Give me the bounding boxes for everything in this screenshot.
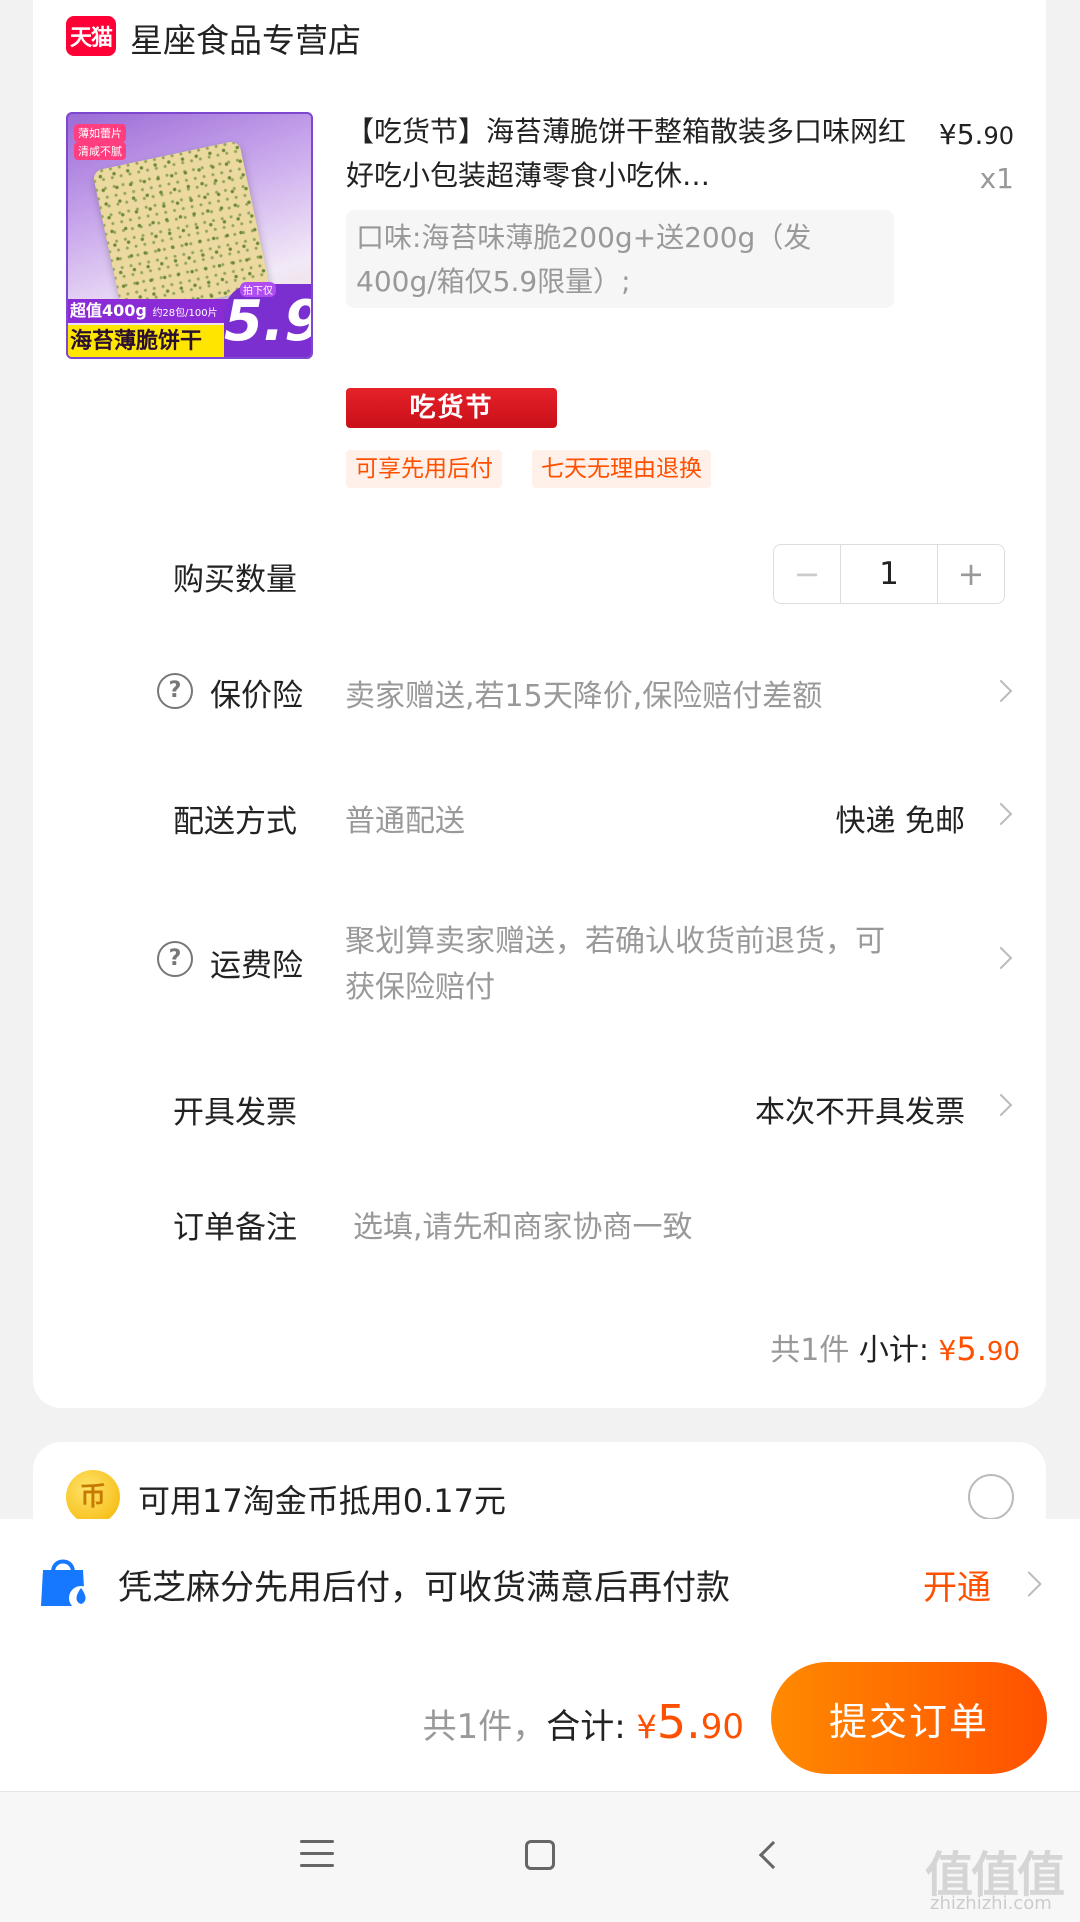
total-label: 合计:	[546, 1707, 626, 1747]
subtotal: 共1件 小计: ¥5.90	[770, 1325, 1020, 1369]
coin-icon: 币	[66, 1470, 120, 1524]
store-name[interactable]: 星座食品专营店	[130, 14, 361, 62]
quantity-stepper: − 1 +	[773, 544, 1005, 604]
total-int: 5.	[656, 1695, 701, 1749]
subtotal-label: 小计:	[858, 1333, 929, 1368]
product-price: ¥5.90	[939, 118, 1014, 151]
tmall-logo: 天猫	[66, 16, 116, 56]
help-icon[interactable]: ?	[157, 941, 193, 977]
subtotal-count: 共1件	[770, 1333, 850, 1368]
delivery-method[interactable]: 快递 免邮	[835, 796, 965, 840]
pay-later-text: 凭芝麻分先用后付，可收货满意后再付款	[118, 1568, 730, 1608]
product-spec[interactable]: 口味:海苔味薄脆200g+送200g（发400g/箱仅5.9限量）;	[346, 210, 894, 308]
quantity-decrease-button[interactable]: −	[774, 545, 841, 603]
price-dec: 90	[983, 122, 1014, 150]
watermark-url: zhizhizhi.com	[930, 1893, 1052, 1914]
help-icon[interactable]: ?	[157, 673, 193, 709]
price-protection-value[interactable]: 卖家赠送,若15天降价,保险赔付差额	[345, 671, 822, 715]
shipping-insurance-value-line1[interactable]: 聚划算卖家赠送，若确认收货前退货，可	[345, 916, 885, 960]
subtotal-int: 5.	[956, 1330, 987, 1368]
tag-seven-day-return: 七天无理由退换	[532, 450, 711, 488]
shopping-bag-icon	[41, 1559, 93, 1610]
remark-input[interactable]: 选填,请先和商家协商一致	[353, 1202, 693, 1246]
coin-text: 可用17淘金币抵用0.17元	[138, 1482, 506, 1520]
quantity-increase-button[interactable]: +	[937, 545, 1004, 603]
home-icon[interactable]	[525, 1840, 555, 1870]
shipping-insurance-value-line2[interactable]: 获保险赔付	[345, 962, 495, 1006]
price-yen: ¥	[938, 118, 957, 151]
image-band-text: 超值400g	[70, 301, 147, 320]
image-band-title: 海苔薄脆饼干	[68, 325, 228, 357]
image-tag: 清咸不腻	[74, 142, 126, 160]
menu-icon[interactable]	[300, 1840, 334, 1870]
delivery-value[interactable]: 普通配送	[345, 796, 465, 840]
image-price-pre: 拍下仅	[240, 282, 276, 297]
invoice-value[interactable]: 本次不开具发票	[755, 1087, 965, 1131]
total-count: 共1件，	[422, 1707, 547, 1747]
remark-label: 订单备注	[173, 1210, 297, 1246]
quantity-value[interactable]: 1	[841, 545, 937, 603]
coin-radio[interactable]	[968, 1474, 1014, 1520]
image-band-small: 约28包/100片	[152, 308, 218, 319]
image-band: 超值400g 约28包/100片	[68, 299, 228, 323]
shipping-insurance-label: 运费险	[210, 948, 303, 984]
quantity-label: 购买数量	[173, 562, 297, 598]
tag-pay-later: 可享先用后付	[346, 450, 502, 488]
product-quantity: x1	[979, 162, 1014, 195]
product-image[interactable]: 薄如蕾片 清咸不腻 超值400g 约28包/100片 海苔薄脆饼干 5.9 拍下…	[66, 112, 313, 359]
product-title[interactable]: 【吃货节】海苔薄脆饼干整箱散装多口味网红好吃小包装超薄零食小吃休…	[346, 110, 906, 198]
subtotal-yen: ¥	[938, 1334, 957, 1367]
submit-order-button[interactable]: 提交订单	[771, 1662, 1047, 1774]
invoice-label: 开具发票	[173, 1095, 297, 1131]
image-tag: 薄如蕾片	[74, 124, 126, 142]
total-dec: 90	[700, 1707, 744, 1747]
delivery-label: 配送方式	[173, 804, 297, 840]
order-total: 共1件，合计: ¥5.90	[423, 1695, 744, 1749]
price-protection-label: 保价险	[210, 678, 303, 714]
pay-later-open-link[interactable]: 开通	[923, 1560, 991, 1609]
price-int: 5.	[956, 118, 984, 151]
total-yen: ¥	[636, 1708, 657, 1746]
promo-badge: 吃货节	[346, 388, 557, 428]
subtotal-dec: 90	[986, 1337, 1020, 1367]
